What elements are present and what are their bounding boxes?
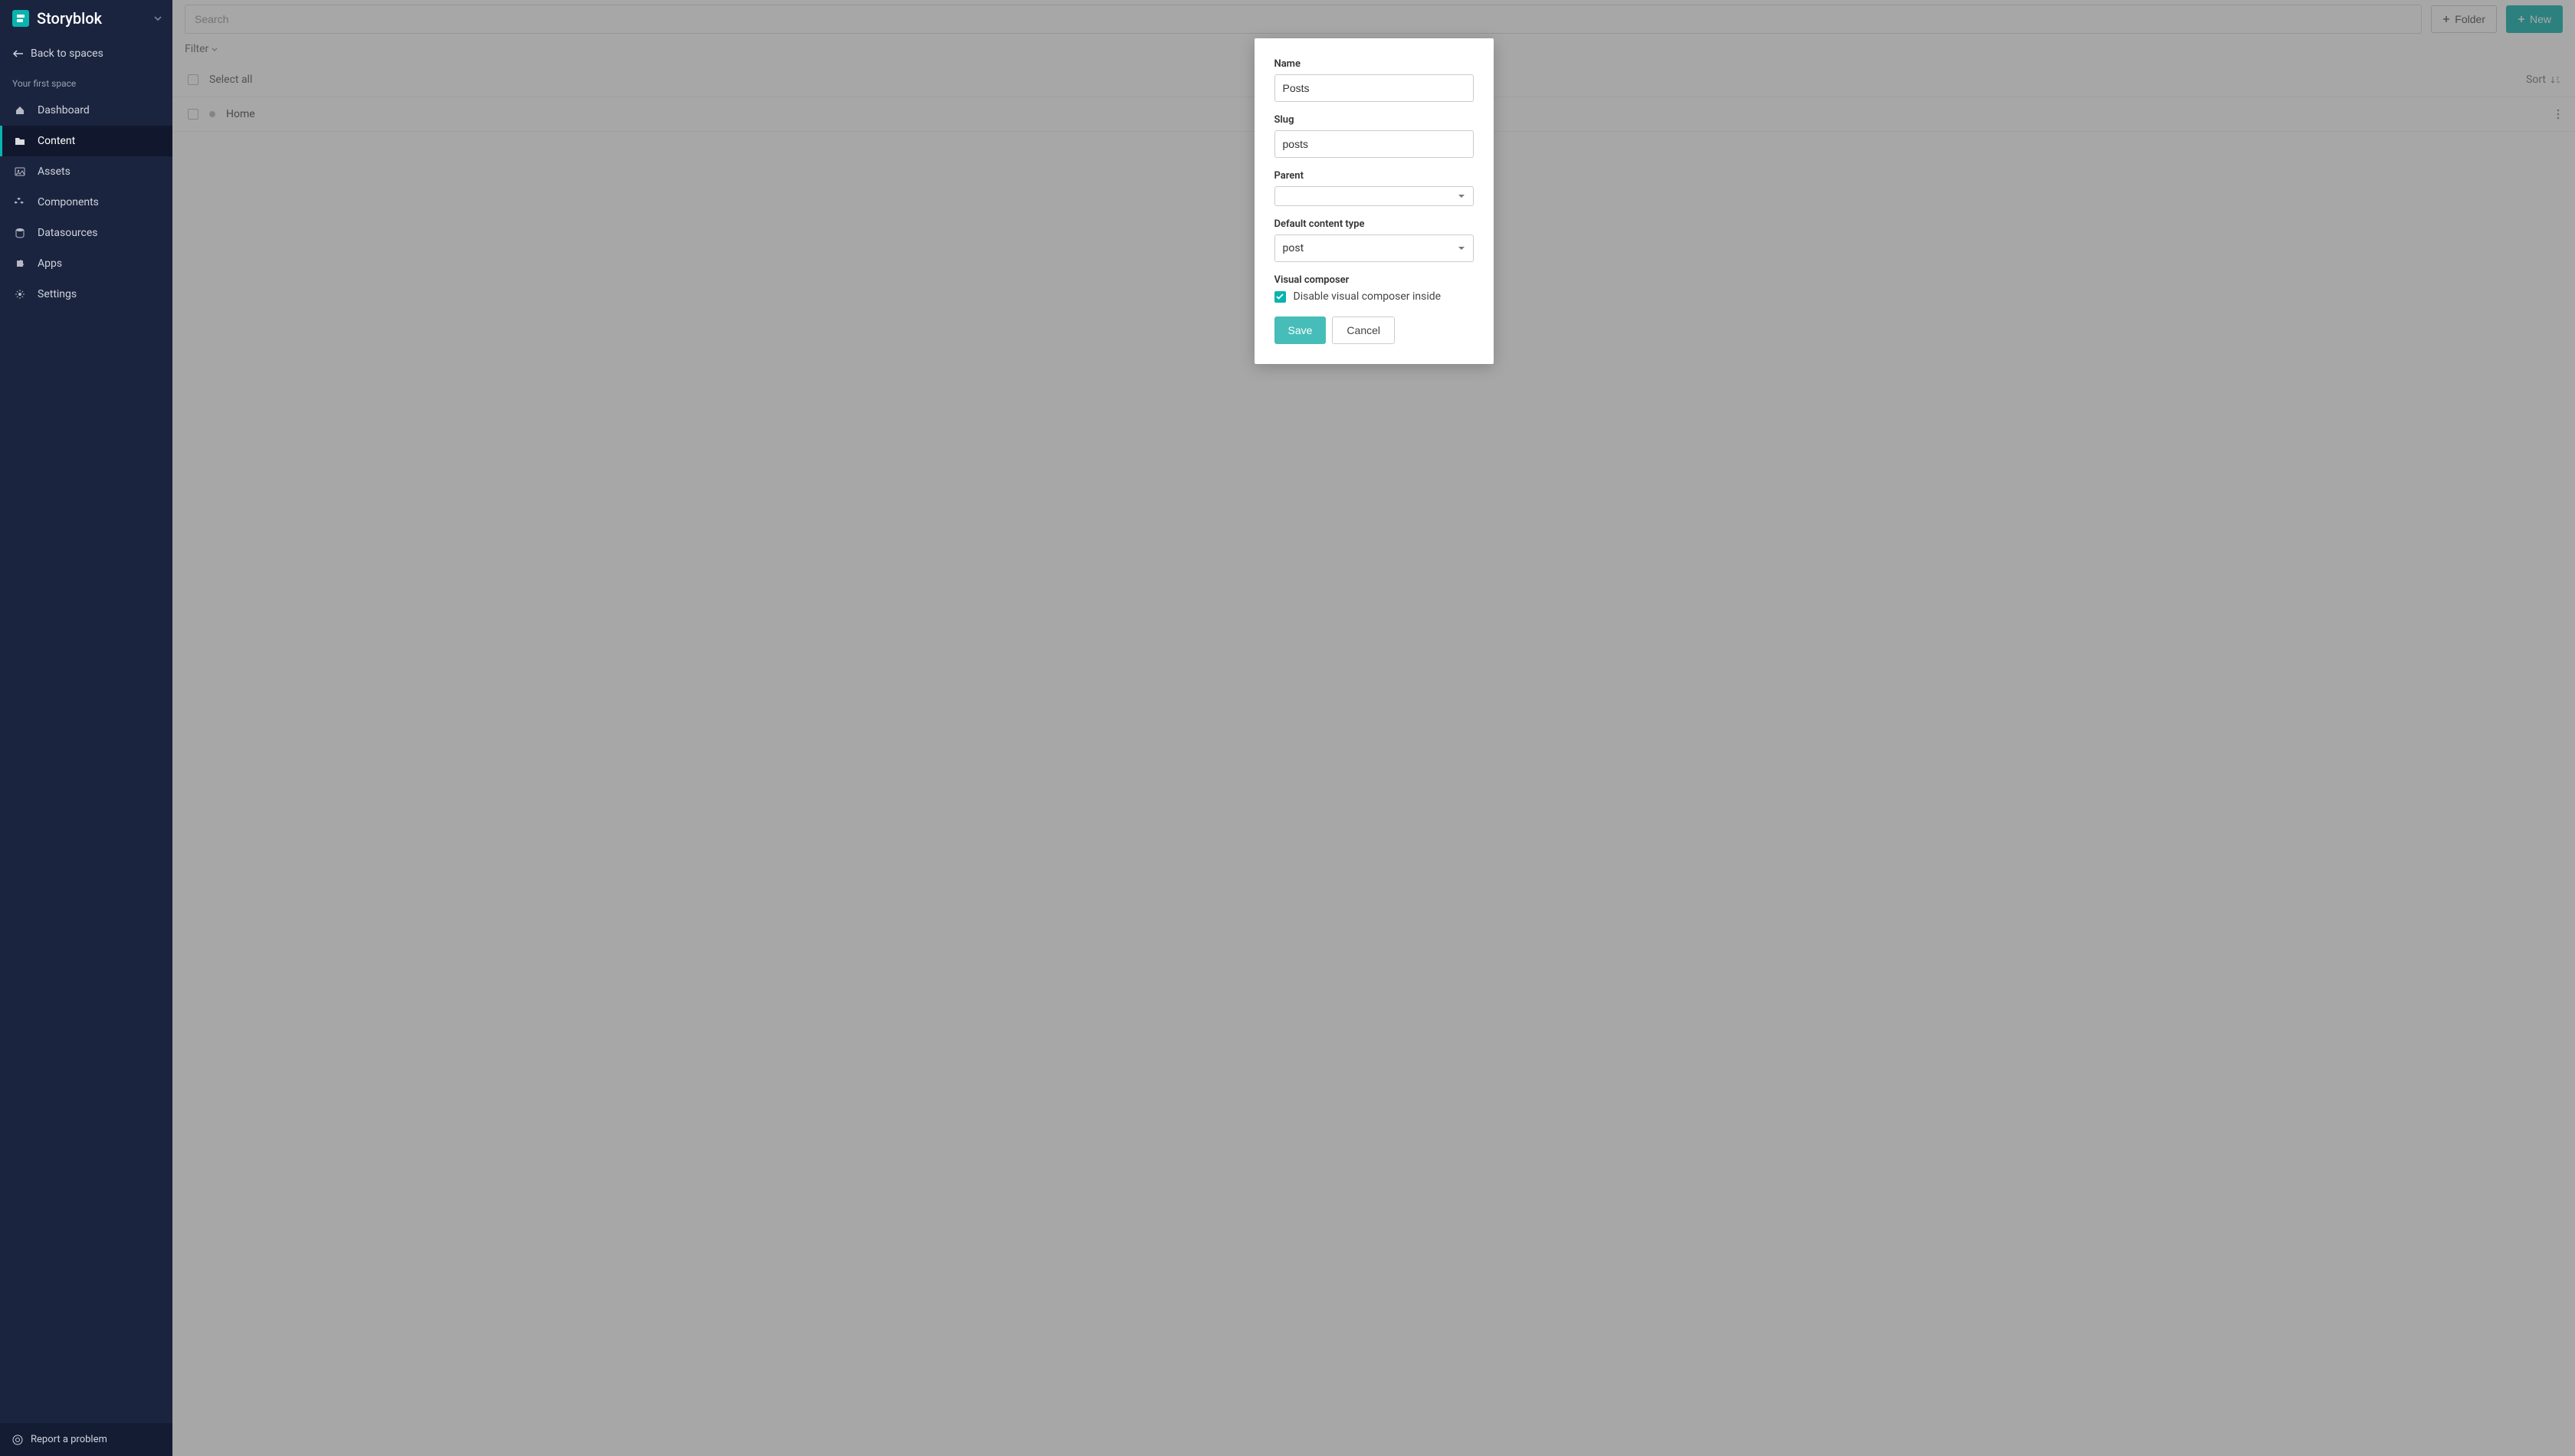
content-type-value: post — [1283, 242, 1304, 254]
lifebuoy-icon — [12, 1435, 23, 1445]
sidebar-item-assets[interactable]: Assets — [0, 156, 172, 187]
slug-label: Slug — [1274, 114, 1474, 126]
arrow-left-icon — [12, 50, 25, 57]
content-type-select[interactable]: post — [1274, 234, 1474, 262]
modal-actions: Save Cancel — [1274, 316, 1474, 344]
slug-input[interactable] — [1274, 130, 1474, 158]
field-content-type: Default content type post — [1274, 218, 1474, 262]
gear-icon — [15, 289, 28, 300]
footer-label: Report a problem — [31, 1434, 107, 1445]
sidebar-item-components[interactable]: Components — [0, 187, 172, 218]
new-folder-modal: Name Slug Parent Default content type — [1255, 38, 1494, 364]
sidebar-item-label: Settings — [38, 288, 77, 300]
field-parent: Parent — [1274, 170, 1474, 206]
sidebar-item-label: Components — [38, 196, 99, 208]
visual-label: Visual composer — [1274, 274, 1474, 286]
database-icon — [15, 228, 28, 238]
sidebar: Storyblok Back to spaces Your first spac… — [0, 0, 172, 1456]
cancel-button[interactable]: Cancel — [1332, 316, 1395, 344]
brand-name: Storyblok — [37, 9, 102, 28]
puzzle-icon — [15, 258, 28, 269]
brand-logo-icon — [12, 10, 29, 27]
name-input[interactable] — [1274, 74, 1474, 102]
save-button[interactable]: Save — [1274, 316, 1327, 344]
visual-checkbox-label: Disable visual composer inside — [1294, 290, 1442, 303]
parent-label: Parent — [1274, 170, 1474, 182]
folder-icon — [15, 136, 28, 146]
visual-checkbox[interactable] — [1274, 291, 1286, 303]
check-icon — [1276, 293, 1284, 300]
sidebar-item-label: Assets — [38, 166, 71, 178]
sidebar-item-apps[interactable]: Apps — [0, 248, 172, 279]
report-problem-link[interactable]: Report a problem — [0, 1423, 172, 1456]
main-content: Folder New Filter Select all Sort Home — [172, 0, 2575, 1456]
sidebar-item-content[interactable]: Content — [0, 126, 172, 156]
sidebar-item-label: Apps — [38, 257, 62, 270]
caret-down-icon — [1458, 194, 1465, 198]
sidebar-item-label: Datasources — [38, 227, 98, 239]
home-icon — [15, 105, 28, 116]
sidebar-nav: Dashboard Content Assets Components Data… — [0, 95, 172, 1423]
brand[interactable]: Storyblok — [0, 0, 172, 37]
sidebar-item-settings[interactable]: Settings — [0, 279, 172, 310]
sidebar-item-label: Content — [38, 135, 75, 147]
name-label: Name — [1274, 58, 1474, 70]
sidebar-item-datasources[interactable]: Datasources — [0, 218, 172, 248]
sidebar-item-dashboard[interactable]: Dashboard — [0, 95, 172, 126]
cubes-icon — [15, 197, 28, 208]
field-name: Name — [1274, 58, 1474, 102]
space-name-label: Your first space — [0, 71, 172, 95]
content-type-label: Default content type — [1274, 218, 1474, 230]
image-icon — [15, 167, 28, 176]
field-slug: Slug — [1274, 114, 1474, 158]
parent-select[interactable] — [1274, 186, 1474, 206]
chevron-down-icon[interactable] — [154, 16, 162, 21]
field-visual-composer: Visual composer Disable visual composer … — [1274, 274, 1474, 303]
modal-overlay[interactable]: Name Slug Parent Default content type — [172, 0, 2575, 1456]
back-label: Back to spaces — [31, 48, 103, 60]
sidebar-item-label: Dashboard — [38, 104, 90, 116]
caret-down-icon — [1458, 246, 1465, 251]
back-to-spaces-link[interactable]: Back to spaces — [0, 37, 172, 71]
